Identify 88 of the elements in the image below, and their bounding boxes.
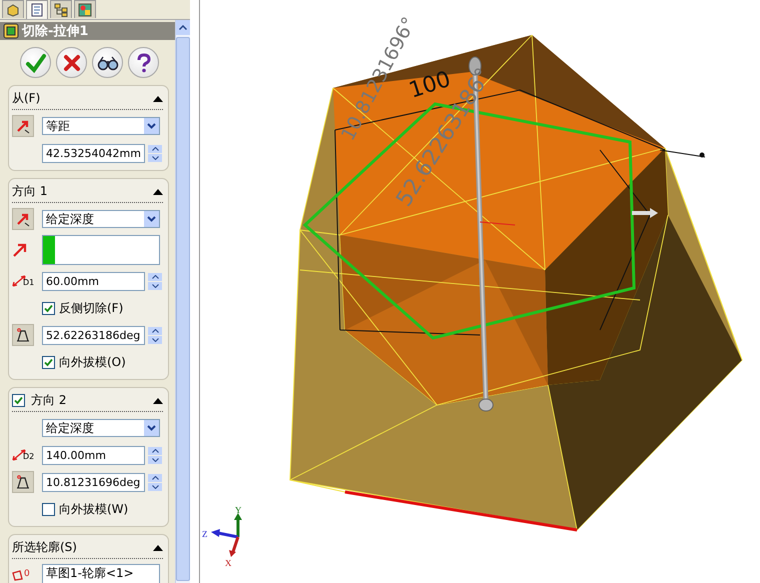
cut-feature-icon bbox=[3, 23, 19, 39]
icon-label: D1 bbox=[23, 278, 34, 287]
draft-angle-button[interactable] bbox=[12, 471, 34, 493]
spin-up-button[interactable] bbox=[148, 474, 162, 482]
checkbox-label: 向外拔模(W) bbox=[59, 500, 128, 518]
reverse-direction-button[interactable] bbox=[12, 115, 34, 137]
collapse-icon[interactable] bbox=[153, 188, 163, 194]
caret-down-icon bbox=[152, 156, 158, 160]
panel-tab[interactable] bbox=[50, 0, 72, 18]
profile-icon bbox=[12, 569, 24, 581]
collapse-icon[interactable] bbox=[153, 398, 163, 404]
spin-up-button[interactable] bbox=[148, 144, 162, 152]
caret-down-icon bbox=[152, 284, 158, 288]
spin-down-button[interactable] bbox=[148, 482, 162, 490]
dropdown[interactable]: 等距 bbox=[42, 117, 160, 135]
input-field[interactable]: 60.00mm bbox=[42, 272, 145, 290]
caret-up-icon bbox=[152, 476, 158, 480]
spin-down-button[interactable] bbox=[148, 456, 162, 464]
collapse-icon[interactable] bbox=[153, 544, 163, 550]
axis-label: X bbox=[225, 558, 232, 568]
cancel-button[interactable] bbox=[56, 47, 87, 78]
input-field[interactable]: 52.62263186deg bbox=[42, 326, 145, 344]
help-button[interactable] bbox=[128, 47, 159, 78]
feature-title: 切除-拉伸1 bbox=[22, 23, 88, 40]
collapse-icon[interactable] bbox=[153, 96, 163, 102]
axis-label: Y bbox=[235, 505, 242, 515]
draft-angle-button[interactable] bbox=[12, 324, 34, 346]
icon-label: 0 bbox=[24, 569, 30, 579]
preview-button[interactable] bbox=[92, 47, 123, 78]
draft-angle-icon bbox=[15, 327, 31, 343]
checkbox-label: 向外拔模(O) bbox=[59, 354, 126, 370]
axis-triad-drawing bbox=[211, 513, 242, 557]
caret-up-icon bbox=[179, 25, 187, 30]
tree-icon bbox=[54, 2, 68, 16]
spin-up-button[interactable] bbox=[148, 326, 162, 334]
close-icon bbox=[62, 52, 82, 72]
caret-up-icon bbox=[152, 274, 158, 278]
spin-down-button[interactable] bbox=[148, 282, 162, 290]
question-mark-icon bbox=[136, 52, 152, 72]
spin-down-button[interactable] bbox=[148, 336, 162, 344]
checkbox[interactable] bbox=[42, 502, 55, 516]
axis-label: Z bbox=[202, 529, 208, 539]
checkmark-icon bbox=[24, 52, 46, 74]
checkbox[interactable] bbox=[42, 356, 55, 368]
arrow-icon bbox=[12, 242, 28, 258]
glasses-icon bbox=[96, 54, 118, 70]
palette-icon bbox=[78, 2, 92, 16]
caret-up-icon bbox=[152, 328, 158, 332]
arrow-icon bbox=[15, 211, 31, 227]
document-icon bbox=[30, 3, 44, 17]
input-field[interactable]: 140.00mm bbox=[42, 446, 145, 464]
arrow-icon bbox=[15, 118, 31, 134]
input-field[interactable]: 10.81231696deg bbox=[42, 472, 145, 492]
scroll-up-button[interactable] bbox=[176, 20, 190, 35]
chevron-down-icon bbox=[147, 216, 156, 222]
ok-button[interactable] bbox=[20, 47, 51, 78]
dropdown[interactable]: 给定深度 bbox=[42, 210, 160, 228]
chevron-down-icon bbox=[147, 123, 156, 129]
spin-down-button[interactable] bbox=[148, 154, 162, 162]
panel-tab[interactable] bbox=[2, 0, 24, 18]
caret-up-icon bbox=[152, 448, 158, 452]
group-title: 所选轮廓(S) bbox=[12, 539, 78, 556]
input-field[interactable]: 42.53254042mm bbox=[42, 144, 145, 162]
draft-angle-icon bbox=[15, 474, 31, 490]
checkbox[interactable] bbox=[42, 302, 55, 314]
spin-up-button[interactable] bbox=[148, 272, 162, 280]
panel-tab[interactable] bbox=[74, 0, 96, 18]
caret-up-icon bbox=[152, 146, 158, 150]
icon-label: D2 bbox=[23, 452, 34, 461]
selection-list[interactable]: 草图1-轮廓<1> bbox=[42, 564, 160, 583]
group-title: 从(F) bbox=[12, 90, 42, 107]
spin-up-button[interactable] bbox=[148, 446, 162, 454]
chevron-down-icon bbox=[147, 425, 156, 431]
caret-down-icon bbox=[152, 458, 158, 462]
group-title: 方向 2 bbox=[31, 392, 68, 409]
caret-down-icon bbox=[152, 338, 158, 342]
selection-list[interactable] bbox=[42, 235, 160, 265]
dropdown[interactable]: 给定深度 bbox=[42, 419, 160, 437]
checkbox-label: 反侧切除(F) bbox=[59, 300, 124, 316]
group-title: 方向 1 bbox=[12, 183, 48, 200]
panel-tab[interactable] bbox=[26, 0, 48, 19]
checkmark-icon bbox=[44, 304, 53, 312]
reverse-direction-button[interactable] bbox=[12, 208, 34, 230]
checkmark-icon bbox=[14, 396, 23, 405]
caret-down-icon bbox=[152, 484, 158, 488]
checkmark-icon bbox=[44, 358, 53, 366]
selection-highlight bbox=[43, 236, 55, 264]
checkbox[interactable] bbox=[12, 394, 25, 407]
